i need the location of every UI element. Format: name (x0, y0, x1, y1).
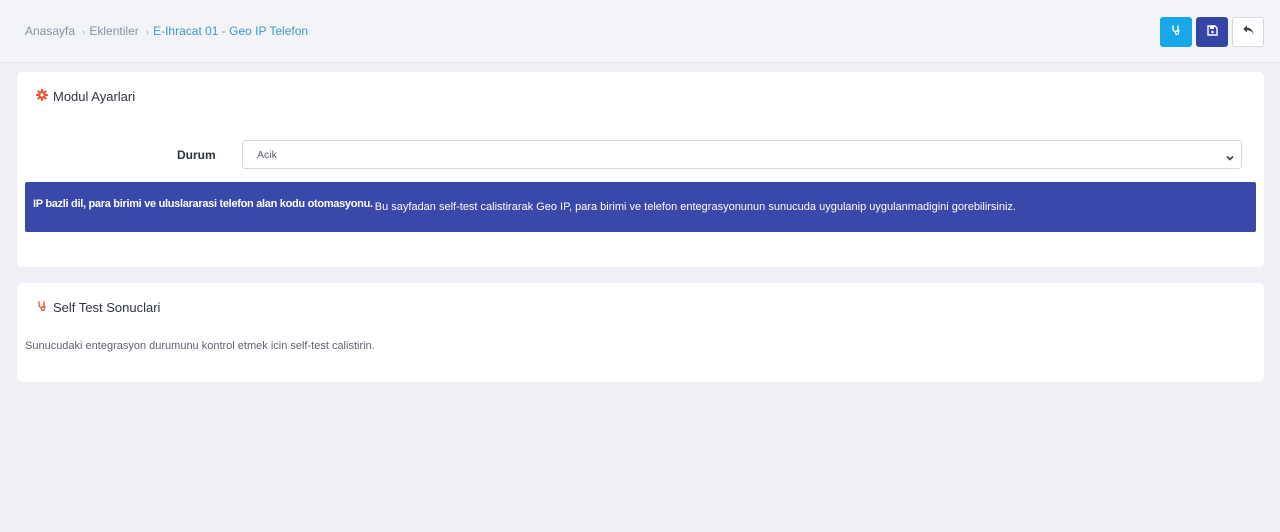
self-test-button[interactable] (1160, 17, 1192, 47)
floppy-disk-icon (1206, 23, 1218, 41)
status-select[interactable]: Acik (242, 140, 1242, 169)
gear-icon (36, 89, 53, 104)
breadcrumb-separator: › (145, 27, 150, 38)
breadcrumb-plugins[interactable]: Eklentiler (89, 24, 138, 38)
info-banner-text: Bu sayfadan self-test calistirarak Geo I… (374, 201, 1016, 213)
breadcrumb: Anasayfa › Eklentiler › E-Ihracat 01 - Geo I… (25, 24, 308, 38)
toolbar-actions (1160, 17, 1264, 47)
module-settings-title-text: Modul Ayarlari (53, 89, 136, 104)
info-banner: IP bazli dil, para birimi ve uluslararas… (25, 182, 1256, 232)
self-test-title-text: Self Test Sonuclari (53, 300, 161, 315)
breadcrumb-separator: › (82, 27, 86, 38)
stethoscope-icon (1170, 23, 1182, 41)
self-test-message: Sunucudaki entegrasyon durumunu kontrol … (25, 340, 375, 352)
status-label: Durum (177, 148, 216, 162)
module-settings-card: Modul Ayarlari Durum Acik IP bazli dil, … (17, 72, 1264, 267)
info-banner-strong: IP bazli dil, para birimi ve uluslararas… (33, 198, 373, 210)
self-test-card: Self Test Sonuclari Sunucudaki entegrasy… (17, 283, 1264, 382)
status-select-value: Acik (257, 149, 277, 161)
reply-arrow-icon (1242, 23, 1255, 41)
chevron-down-icon (1225, 150, 1235, 168)
top-bar: Anasayfa › Eklentiler › E-Ihracat 01 - Geo I… (0, 0, 1280, 63)
back-button[interactable] (1232, 17, 1264, 47)
breadcrumb-current[interactable]: E-Ihracat 01 - Geo IP Telefon (153, 24, 308, 38)
self-test-title: Self Test Sonuclari (36, 300, 160, 315)
breadcrumb-home[interactable]: Anasayfa (25, 24, 75, 38)
save-button[interactable] (1196, 17, 1228, 47)
stethoscope-icon (36, 300, 53, 315)
module-settings-title: Modul Ayarlari (36, 89, 135, 104)
